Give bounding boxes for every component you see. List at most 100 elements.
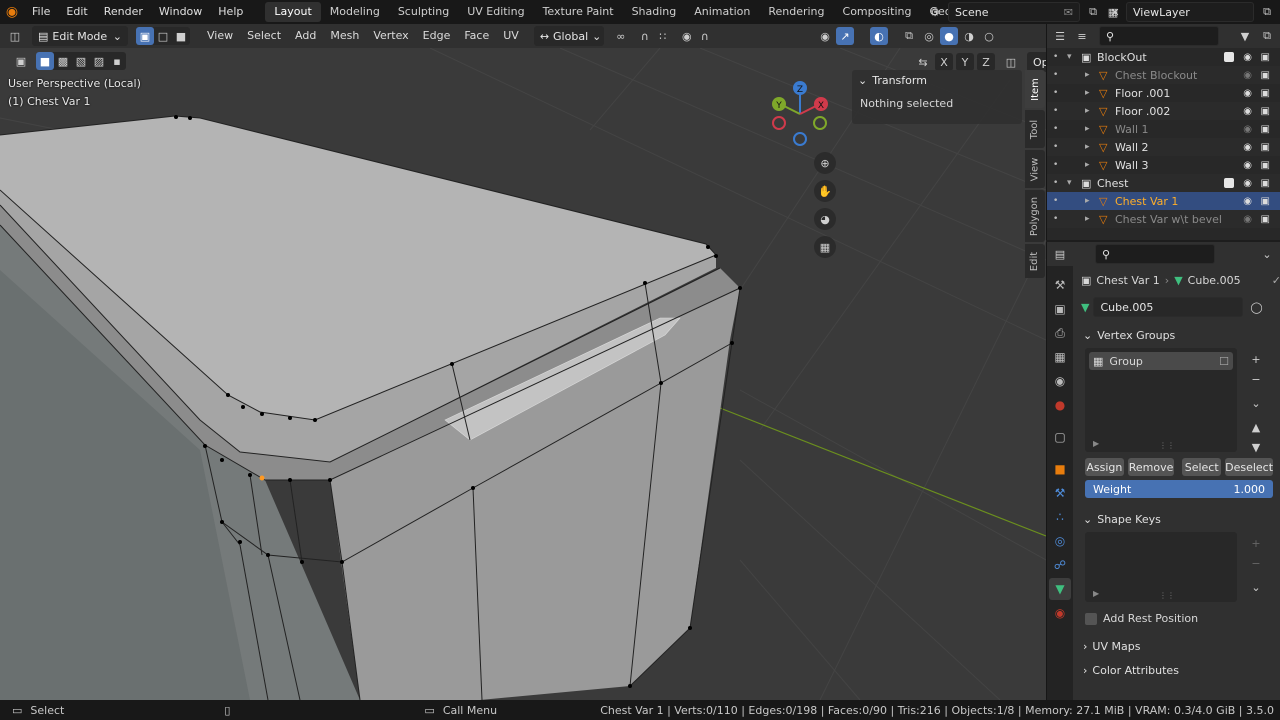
menu-uv[interactable]: UV	[496, 26, 526, 46]
remove-shape-key-icon[interactable]: −	[1247, 554, 1265, 572]
shape-keys-panel-header[interactable]: ⌄ Shape Keys	[1077, 508, 1280, 530]
new-collection-icon[interactable]: ⧉	[1258, 27, 1276, 45]
visibility-eye-icon[interactable]: ◉	[1243, 52, 1252, 63]
menu-render[interactable]: Render	[96, 0, 151, 24]
auto-merge-icon[interactable]: ◫	[1002, 53, 1020, 71]
select-box-tool-icon[interactable]: ▣	[12, 52, 30, 70]
expand-icon[interactable]: ▾	[1067, 52, 1072, 62]
snap-icon[interactable]: ∩	[636, 27, 654, 45]
weight-slider[interactable]: Weight 1.000	[1085, 480, 1273, 498]
deselect-button[interactable]: Deselect	[1225, 458, 1274, 476]
mirror-x-toggle[interactable]: X	[935, 53, 953, 71]
exclude-checkbox[interactable]	[1224, 52, 1234, 62]
edge-select-icon[interactable]: □	[154, 27, 172, 45]
pin-icon[interactable]: ✓	[1272, 274, 1280, 287]
render-camera-icon[interactable]: ▣	[1261, 160, 1270, 171]
visibility-eye-icon[interactable]: ◉	[1243, 178, 1252, 189]
lock-icon[interactable]: ☐	[1219, 355, 1229, 368]
tab-layout[interactable]: Layout	[265, 2, 321, 22]
rendered-shading-icon[interactable]: ○	[980, 27, 998, 45]
tab-polygon[interactable]: Polygon	[1025, 190, 1045, 242]
visibility-eye-icon[interactable]: ◉	[1243, 142, 1252, 153]
menu-vertex[interactable]: Vertex	[366, 26, 415, 46]
menu-select[interactable]: Select	[240, 26, 288, 46]
tab-modeling[interactable]: Modeling	[321, 2, 389, 22]
outliner-row[interactable]: ▾ ▣ BlockOut ◉ ▣ •	[1047, 48, 1280, 66]
pin-icon[interactable]: ✉	[1064, 6, 1073, 19]
material-tab-icon[interactable]: ◉	[1049, 602, 1071, 624]
mirror-icon[interactable]: ⇆	[914, 53, 932, 71]
view-layer-tab-icon[interactable]: ▦	[1049, 346, 1071, 368]
overlays-icon[interactable]: ◐	[870, 27, 888, 45]
tab-sculpting[interactable]: Sculpting	[389, 2, 458, 22]
menu-edit[interactable]: Edit	[58, 0, 95, 24]
tab-uv-editing[interactable]: UV Editing	[458, 2, 533, 22]
add-shape-key-icon[interactable]: +	[1247, 534, 1265, 552]
properties-search-input[interactable]: ⚲	[1095, 244, 1215, 264]
expand-icon[interactable]: ▾	[1067, 178, 1072, 188]
mesh-browse-icon[interactable]: ▼	[1081, 301, 1089, 314]
visibility-eye-icon[interactable]: ◉	[1243, 124, 1252, 135]
visibility-eye-icon[interactable]: ◉	[1243, 88, 1252, 99]
remove-vertex-group-icon[interactable]: −	[1247, 370, 1265, 388]
options-dropdown[interactable]: Options ⌄	[1027, 52, 1046, 72]
menu-view[interactable]: View	[200, 26, 240, 46]
view-layer-icon[interactable]: ▦	[1104, 3, 1122, 21]
chevron-down-icon[interactable]: ⌄	[1258, 245, 1276, 263]
xray-icon[interactable]: ⧉	[900, 27, 918, 45]
tab-rendering[interactable]: Rendering	[759, 2, 833, 22]
proportional-editing-icon[interactable]: ◉	[678, 27, 696, 45]
outliner-row[interactable]: ▸ ▽ Wall 1 ◉ ▣ •	[1047, 120, 1280, 138]
new-view-layer-icon[interactable]: ⧉	[1258, 3, 1276, 21]
select-intersect-icon[interactable]: ▪	[108, 52, 126, 70]
material-shading-icon[interactable]: ◑	[960, 27, 978, 45]
scene-icon[interactable]: ⚙	[926, 3, 944, 21]
physics-tab-icon[interactable]: ◎	[1049, 530, 1071, 552]
constraints-tab-icon[interactable]: ☍	[1049, 554, 1071, 576]
tab-edit[interactable]: Edit	[1025, 244, 1045, 278]
render-camera-icon[interactable]: ▣	[1261, 106, 1270, 117]
vertex-select-icon[interactable]: ▣	[136, 27, 154, 45]
menu-add[interactable]: Add	[288, 26, 323, 46]
tab-texture-paint[interactable]: Texture Paint	[534, 2, 623, 22]
particles-tab-icon[interactable]: ∴	[1049, 506, 1071, 528]
move-down-icon[interactable]: ▼	[1247, 438, 1265, 456]
pan-hand-icon[interactable]: ✋	[814, 180, 836, 202]
expand-filter-icon[interactable]: ▶	[1093, 439, 1099, 448]
collapsed-icon[interactable]: ▸	[1085, 214, 1090, 224]
render-camera-icon[interactable]: ▣	[1261, 196, 1270, 207]
remove-button[interactable]: Remove	[1127, 458, 1175, 476]
object-tab-icon[interactable]: ■	[1049, 458, 1071, 480]
collapsed-icon[interactable]: ▸	[1085, 106, 1090, 116]
render-camera-icon[interactable]: ▣	[1261, 70, 1270, 81]
display-mode-icon[interactable]: ≡	[1073, 27, 1091, 45]
mesh-scene[interactable]	[0, 48, 1046, 700]
select-invert-icon[interactable]: ▨	[90, 52, 108, 70]
collection-tab-icon[interactable]: ▢	[1049, 426, 1071, 448]
menu-face[interactable]: Face	[457, 26, 496, 46]
render-camera-icon[interactable]: ▣	[1261, 214, 1270, 225]
blender-logo-icon[interactable]: ◉	[0, 0, 24, 24]
visibility-eye-icon[interactable]: ◉	[1243, 106, 1252, 117]
outliner-row[interactable]: ▸ ▽ Chest Var 1 ◉ ▣ •	[1047, 192, 1280, 210]
render-camera-icon[interactable]: ▣	[1261, 88, 1270, 99]
outliner-search-input[interactable]: ⚲	[1099, 26, 1219, 46]
resize-handle-icon[interactable]: ⋮⋮	[1159, 591, 1175, 600]
gizmo-icon[interactable]: ↗	[836, 27, 854, 45]
navigation-gizmo[interactable]: Z Y X	[768, 78, 838, 148]
render-camera-icon[interactable]: ▣	[1261, 124, 1270, 135]
render-camera-icon[interactable]: ▣	[1261, 142, 1270, 153]
visibility-eye-icon[interactable]: ◉	[1243, 160, 1252, 171]
shape-key-list[interactable]: ▶ ⋮⋮	[1085, 532, 1237, 602]
add-rest-position-checkbox[interactable]	[1085, 612, 1097, 625]
select-button[interactable]: Select	[1182, 458, 1222, 476]
tab-shading[interactable]: Shading	[623, 2, 686, 22]
tool-tab-icon[interactable]: ⚒	[1049, 274, 1071, 296]
menu-file[interactable]: File	[24, 0, 58, 24]
move-up-icon[interactable]: ▲	[1247, 418, 1265, 436]
menu-mesh[interactable]: Mesh	[323, 26, 366, 46]
snap-target-icon[interactable]: ∷	[654, 27, 672, 45]
list-item[interactable]: ▦ Group ☐	[1089, 352, 1233, 370]
view-layer-selector[interactable]: ViewLayer	[1126, 2, 1254, 22]
output-tab-icon[interactable]: ⎙	[1049, 322, 1071, 344]
